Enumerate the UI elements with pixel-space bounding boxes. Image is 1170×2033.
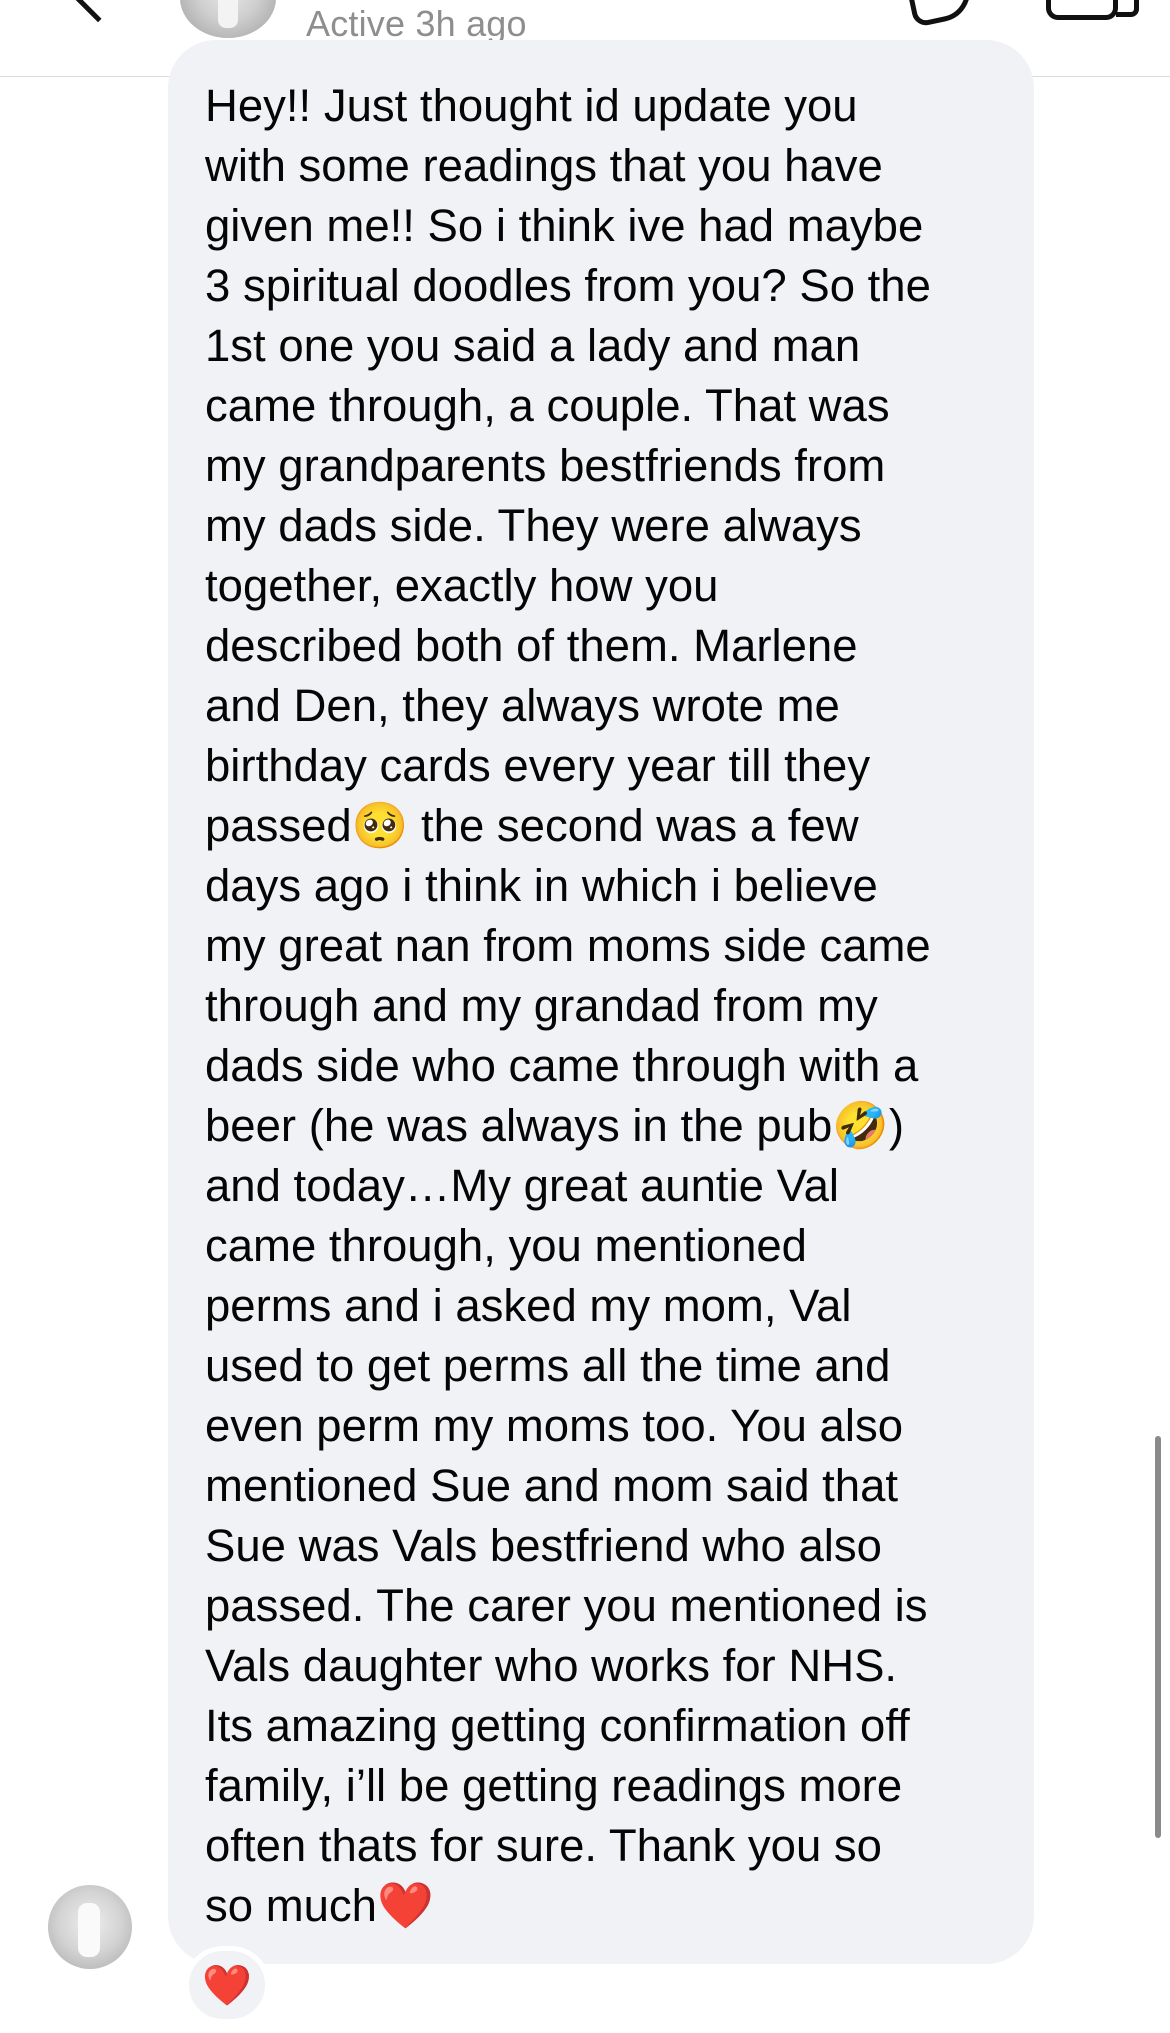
back-button[interactable] (69, 0, 127, 23)
sender-avatar[interactable] (48, 1885, 132, 1969)
contact-avatar[interactable] (180, 0, 276, 38)
phone-icon[interactable] (902, 0, 976, 28)
scrollbar[interactable] (1155, 1436, 1161, 1838)
heart-reaction[interactable]: ❤️ (184, 1946, 270, 2024)
video-camera-icon[interactable] (1046, 0, 1139, 20)
message-text: Hey!! Just thought id update you with so… (205, 80, 931, 1931)
avatar-figure (78, 1903, 100, 1957)
avatar-figure (218, 0, 238, 28)
